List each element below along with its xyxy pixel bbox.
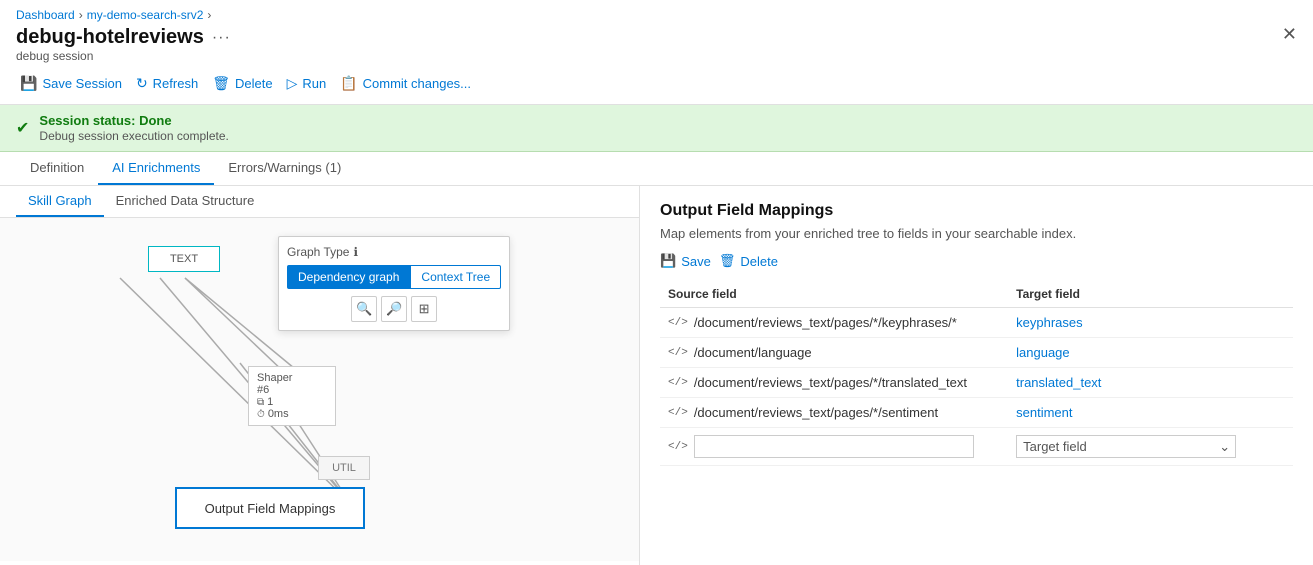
col-source: Source field bbox=[660, 281, 1008, 308]
code-icon-1: </> bbox=[668, 347, 688, 359]
breadcrumb-sep2: › bbox=[207, 8, 211, 22]
run-label: Run bbox=[302, 76, 326, 91]
run-icon: ▷ bbox=[287, 75, 298, 92]
breadcrumb: Dashboard › my-demo-search-srv2 › bbox=[0, 0, 1313, 24]
status-title: Session status: Done bbox=[39, 113, 228, 128]
save-session-button[interactable]: 💾 Save Session bbox=[16, 71, 132, 96]
graph-area: TEXT Shaper #6 ⧉ 1 ⏱ 0ms UTIL bbox=[0, 218, 639, 561]
commit-icon: 📋 bbox=[340, 75, 357, 92]
graph-type-buttons: Dependency graph Context Tree bbox=[287, 265, 501, 289]
node-text[interactable]: TEXT bbox=[148, 246, 220, 272]
fit-view-button[interactable]: ⊞ bbox=[411, 296, 437, 322]
table-row: </> /document/reviews_text/pages/*/keyph… bbox=[660, 308, 1293, 338]
commit-label: Commit changes... bbox=[363, 76, 471, 91]
graph-type-label: Graph Type ℹ bbox=[287, 245, 501, 259]
more-options-icon[interactable]: ··· bbox=[212, 29, 231, 47]
delete-icon: 🗑 bbox=[212, 75, 230, 92]
info-icon: ℹ bbox=[353, 245, 358, 259]
status-description: Debug session execution complete. bbox=[39, 129, 228, 143]
mapping-table: Source field Target field </> /document/… bbox=[660, 281, 1293, 466]
shaper-time: ⏱ 0ms bbox=[257, 408, 327, 420]
tab-definition[interactable]: Definition bbox=[16, 152, 98, 185]
close-button[interactable]: ✕ bbox=[1282, 24, 1297, 45]
refresh-button[interactable]: ↻ Refresh bbox=[132, 71, 208, 96]
breadcrumb-sep1: › bbox=[79, 8, 83, 22]
page-subtitle: debug session bbox=[0, 49, 1313, 69]
panel-delete-icon: 🗑 bbox=[719, 253, 736, 269]
target-value-2: translated_text bbox=[1008, 368, 1293, 398]
panel-save-button[interactable]: 💾 Save bbox=[660, 253, 711, 269]
status-bar: ✔ Session status: Done Debug session exe… bbox=[0, 105, 1313, 152]
shaper-count: ⧉ 1 bbox=[257, 396, 327, 408]
commit-changes-button[interactable]: 📋 Commit changes... bbox=[336, 71, 481, 96]
delete-label: Delete bbox=[235, 76, 273, 91]
panel-toolbar: 💾 Save 🗑 Delete bbox=[660, 253, 1293, 269]
node-shaper[interactable]: Shaper #6 ⧉ 1 ⏱ 0ms bbox=[248, 366, 336, 426]
table-row: </> /document/language language bbox=[660, 338, 1293, 368]
graph-panel: Skill Graph Enriched Data Structure bbox=[0, 186, 640, 565]
dependency-graph-button[interactable]: Dependency graph bbox=[287, 265, 410, 289]
shaper-label: Shaper bbox=[257, 372, 327, 384]
code-icon-0: </> bbox=[668, 317, 688, 329]
node-util[interactable]: UTIL bbox=[318, 456, 370, 480]
page-title: debug-hotelreviews bbox=[16, 26, 204, 49]
main-content: Skill Graph Enriched Data Structure bbox=[0, 186, 1313, 565]
graph-type-popup: Graph Type ℹ Dependency graph Context Tr… bbox=[278, 236, 510, 331]
panel-save-icon: 💾 bbox=[660, 253, 676, 269]
panel-delete-button[interactable]: 🗑 Delete bbox=[719, 253, 778, 269]
save-icon: 💾 bbox=[20, 75, 37, 92]
target-value-3: sentiment bbox=[1008, 398, 1293, 428]
refresh-icon: ↻ bbox=[136, 75, 148, 92]
output-panel-description: Map elements from your enriched tree to … bbox=[660, 226, 1293, 241]
table-row: </> /document/reviews_text/pages/*/senti… bbox=[660, 398, 1293, 428]
code-icon-3: </> bbox=[668, 407, 688, 419]
output-panel-title: Output Field Mappings bbox=[660, 202, 1293, 220]
source-value-1: /document/language bbox=[694, 345, 812, 360]
refresh-label: Refresh bbox=[153, 76, 199, 91]
save-label: Save Session bbox=[42, 76, 122, 91]
clock-icon: ⏱ bbox=[257, 409, 265, 420]
run-button[interactable]: ▷ Run bbox=[283, 71, 337, 96]
toolbar: 💾 Save Session ↻ Refresh 🗑 Delete ▷ Run … bbox=[0, 69, 1313, 105]
main-tabs: Definition AI Enrichments Errors/Warning… bbox=[0, 152, 1313, 186]
tab-ai-enrichments[interactable]: AI Enrichments bbox=[98, 152, 214, 185]
subtab-enriched-data[interactable]: Enriched Data Structure bbox=[104, 186, 267, 217]
delete-button[interactable]: 🗑 Delete bbox=[208, 71, 282, 96]
target-value-1: language bbox=[1008, 338, 1293, 368]
graph-toolbar: 🔍 🔎 ⊞ bbox=[287, 296, 501, 322]
source-value-2: /document/reviews_text/pages/*/translate… bbox=[694, 375, 967, 390]
breadcrumb-service[interactable]: my-demo-search-srv2 bbox=[87, 8, 204, 22]
context-tree-button[interactable]: Context Tree bbox=[410, 265, 501, 289]
graph-subtabs: Skill Graph Enriched Data Structure bbox=[0, 186, 639, 218]
source-value-3: /document/reviews_text/pages/*/sentiment bbox=[694, 405, 938, 420]
breadcrumb-dashboard[interactable]: Dashboard bbox=[16, 8, 75, 22]
target-field-select[interactable]: Target field bbox=[1016, 435, 1236, 458]
shaper-count-icon: ⧉ bbox=[257, 397, 264, 408]
target-value-0: keyphrases bbox=[1008, 308, 1293, 338]
output-panel: Output Field Mappings Map elements from … bbox=[640, 186, 1313, 565]
table-row: </> /document/reviews_text/pages/*/trans… bbox=[660, 368, 1293, 398]
subtab-skill-graph[interactable]: Skill Graph bbox=[16, 186, 104, 217]
shaper-num: #6 bbox=[257, 384, 327, 396]
status-icon: ✔ bbox=[16, 118, 29, 138]
source-value-0: /document/reviews_text/pages/*/keyphrase… bbox=[694, 315, 957, 330]
new-mapping-row: </> Target field ⌄ bbox=[660, 428, 1293, 466]
node-output-field-mappings[interactable]: Output Field Mappings bbox=[175, 487, 365, 529]
tab-errors-warnings[interactable]: Errors/Warnings (1) bbox=[214, 152, 355, 185]
zoom-out-button[interactable]: 🔎 bbox=[381, 296, 407, 322]
code-icon-new: </> bbox=[668, 441, 688, 453]
source-field-input[interactable] bbox=[694, 435, 974, 458]
col-target: Target field bbox=[1008, 281, 1293, 308]
code-icon-2: </> bbox=[668, 377, 688, 389]
zoom-in-button[interactable]: 🔍 bbox=[351, 296, 377, 322]
